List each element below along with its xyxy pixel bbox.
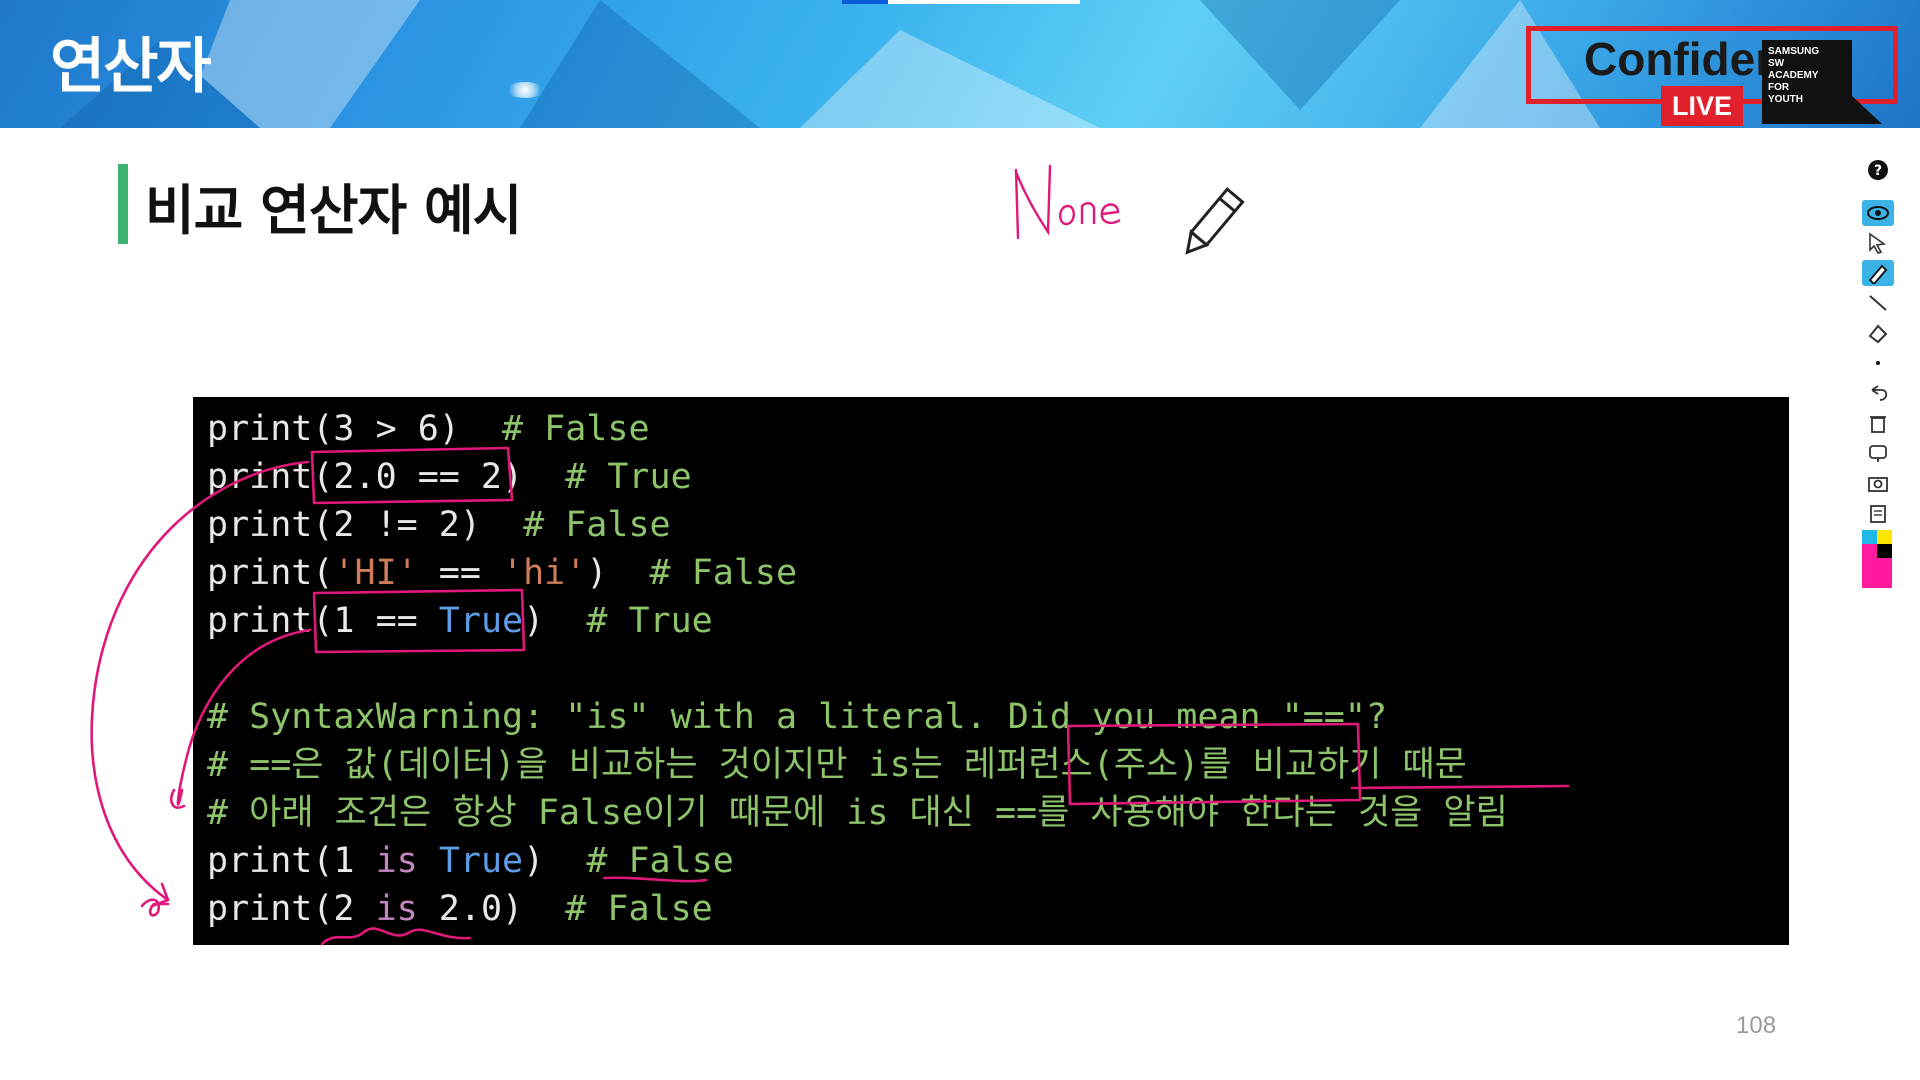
cursor-button[interactable] (1862, 230, 1894, 256)
academy-logo-tail (1852, 96, 1882, 124)
undo-icon (1871, 385, 1888, 401)
stamp-icon (1869, 445, 1887, 462)
help-icon: ? (1868, 160, 1888, 180)
dot-icon (1876, 361, 1880, 365)
color-palette[interactable] (1862, 530, 1892, 588)
eye-button[interactable] (1862, 200, 1894, 226)
eye-icon (1867, 206, 1889, 220)
color-swatch-yellow[interactable] (1877, 530, 1892, 544)
academy-logo-line: FOR (1768, 82, 1790, 93)
section-title: 연산자 (50, 32, 212, 102)
pen-button[interactable] (1862, 260, 1894, 286)
code-comment-line: # ==은 값(데이터)을 비교하는 것이지만 is는 레퍼런스(주소)를 비교… (207, 745, 1467, 785)
eraser-icon (1868, 324, 1888, 344)
trash-button[interactable] (1862, 410, 1894, 436)
color-swatch-magenta-small[interactable] (1862, 544, 1877, 558)
annotation-squiggle (140, 898, 170, 917)
svg-text:?: ? (1874, 163, 1882, 179)
cursor-icon (1869, 232, 1887, 254)
academy-logo-line: YOUTH (1768, 94, 1803, 105)
line-button[interactable] (1862, 290, 1894, 316)
code-line: print(2 is 2.0) # False (207, 889, 713, 929)
academy-logo-line: SAMSUNG (1768, 46, 1820, 57)
dot-button[interactable] (1862, 350, 1894, 376)
clipboard-button[interactable] (1862, 500, 1894, 526)
annotation-toolbar: ? (1858, 154, 1898, 594)
page-number: 108 (1736, 1012, 1777, 1039)
code-line: print(2 != 2) # False (207, 505, 671, 545)
code-line: print(2.0 == 2) # True (207, 457, 692, 497)
live-badge: LIVE (1661, 86, 1743, 126)
academy-logo: SAMSUNG SW ACADEMY FOR YOUTH (1762, 40, 1852, 124)
undo-button[interactable] (1862, 380, 1894, 406)
code-line: print(3 > 6) # False (207, 409, 650, 449)
handwritten-none (1014, 164, 1121, 240)
code-line: print('HI' == 'hi') # False (207, 553, 798, 593)
pen-cursor-icon (1185, 187, 1245, 255)
color-swatch-cyan[interactable] (1862, 530, 1877, 544)
slide-heading: 비교 연산자 예시 (145, 179, 522, 242)
pen-icon (1868, 264, 1888, 284)
code-comment-line: # 아래 조건은 항상 False이기 때문에 is 대신 ==를 사용해야 한… (207, 793, 1508, 833)
capture-icon (1868, 477, 1888, 492)
code-line: print(1 == True) # True (207, 601, 713, 641)
clipboard-icon (1870, 505, 1886, 523)
capture-button[interactable] (1862, 470, 1894, 496)
code-line: print(1 is True) # False (207, 841, 734, 881)
color-swatch-black[interactable] (1877, 544, 1892, 558)
trash-icon (1870, 416, 1886, 433)
confidential-text: Confiden (1584, 33, 1784, 85)
top-progress-fill (842, 0, 888, 4)
academy-logo-line: SW (1768, 58, 1785, 69)
eraser-button[interactable] (1862, 320, 1894, 346)
code-block: print(3 > 6) # False print(2.0 == 2) # T… (193, 397, 1789, 945)
stamp-button[interactable] (1862, 440, 1894, 466)
line-icon (1869, 295, 1887, 311)
light-glow (505, 82, 545, 98)
help-button[interactable]: ? (1862, 156, 1894, 182)
color-swatch-magenta[interactable] (1862, 558, 1892, 588)
academy-logo-line: ACADEMY (1768, 70, 1819, 81)
code-comment-line: # SyntaxWarning: "is" with a literal. Di… (207, 697, 1388, 737)
heading-accent-bar (118, 164, 128, 244)
